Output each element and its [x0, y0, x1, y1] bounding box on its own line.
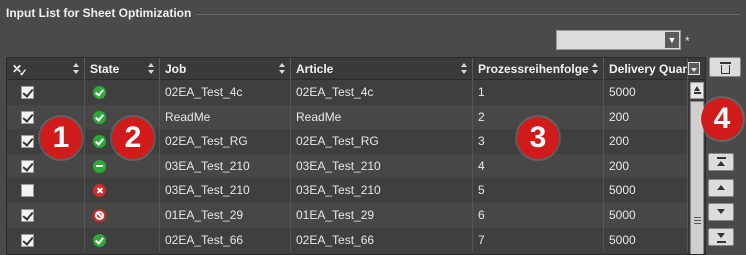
column-header-label: Prozessreihenfolge — [478, 62, 589, 76]
row-checkbox[interactable] — [21, 135, 34, 149]
delivery-cell: 200 — [604, 129, 688, 154]
state-cell — [85, 178, 160, 203]
select-cell — [7, 227, 85, 253]
state-cell — [85, 227, 160, 253]
sort-icon[interactable] — [461, 63, 468, 75]
column-header-article[interactable]: Article — [291, 58, 473, 80]
table-row[interactable]: 03EA_Test_210 03EA_Test_210 5 5000 — [7, 178, 688, 203]
state-cell — [85, 203, 160, 228]
sort-icon[interactable] — [279, 63, 286, 75]
select-cell — [7, 80, 85, 105]
state-partial-icon — [93, 159, 106, 173]
article-cell: 02EA_Test_4c — [291, 80, 473, 105]
job-cell: 03EA_Test_210 — [160, 178, 291, 203]
job-cell: 02EA_Test_RG — [160, 129, 291, 154]
column-header-state[interactable]: State — [85, 58, 160, 80]
move-up-icon — [717, 185, 725, 190]
order-cell: 7 — [473, 227, 604, 253]
column-header-label: State — [90, 62, 120, 76]
sort-icon[interactable] — [148, 63, 155, 75]
filter-combobox[interactable]: ▼ — [556, 30, 681, 50]
chevron-down-icon[interactable]: ▼ — [665, 32, 679, 48]
state-error-icon — [93, 184, 106, 198]
row-checkbox[interactable] — [21, 184, 34, 198]
callout-3: 3 — [517, 117, 559, 159]
column-header-label: Delivery Quan — [609, 62, 688, 76]
table-row[interactable]: 02EA_Test_66 02EA_Test_66 7 5000 — [7, 227, 688, 253]
state-ok-icon — [93, 110, 106, 124]
move-top-icon — [717, 161, 725, 166]
order-cell: 1 — [473, 80, 604, 105]
order-cell: 6 — [473, 203, 604, 228]
move-top-button[interactable] — [708, 153, 734, 171]
state-ok-icon — [93, 135, 106, 149]
delivery-cell: 5000 — [604, 80, 688, 105]
state-ok-icon — [93, 86, 106, 99]
select-cell — [7, 178, 85, 203]
select-all-icon[interactable]: ✕​✓ — [12, 58, 30, 80]
delivery-cell: 5000 — [604, 203, 688, 228]
move-down-button[interactable] — [708, 203, 734, 221]
job-cell: ReadMe — [160, 104, 291, 130]
panel-title: Input List for Sheet Optimization — [6, 6, 192, 20]
table-row[interactable]: ReadMe ReadMe 2 200 — [7, 104, 688, 130]
job-cell: 02EA_Test_4c — [160, 80, 291, 105]
move-bottom-icon — [717, 233, 725, 238]
article-cell: 01EA_Test_29 — [291, 203, 473, 228]
state-blocked-icon — [93, 209, 106, 222]
order-cell: 5 — [473, 178, 604, 203]
delivery-cell: 200 — [604, 153, 688, 179]
move-up-button[interactable] — [708, 179, 734, 197]
row-checkbox[interactable] — [21, 159, 34, 173]
grip-icon — [694, 217, 701, 224]
column-header-job[interactable]: Job — [160, 58, 291, 80]
vertical-scrollbar[interactable] — [688, 80, 705, 254]
row-checkbox[interactable] — [21, 209, 34, 222]
row-checkbox[interactable] — [21, 86, 34, 99]
delivery-cell: 200 — [604, 104, 688, 130]
table-row[interactable]: 02EA_Test_4c 02EA_Test_4c 1 5000 — [7, 80, 688, 105]
callout-2: 2 — [112, 117, 154, 159]
input-list-grid: ✕​✓ State Job Article Prozessreihenfolge… — [6, 57, 706, 255]
column-header-process-order[interactable]: Prozessreihenfolge — [473, 58, 604, 80]
move-bottom-button[interactable] — [708, 228, 734, 246]
column-header-label: Job — [165, 62, 187, 76]
required-marker: * — [685, 34, 690, 48]
state-cell — [85, 80, 160, 105]
panel-title-divider — [196, 14, 740, 15]
sort-icon[interactable] — [73, 63, 80, 75]
job-cell: 02EA_Test_66 — [160, 227, 291, 253]
select-cell — [7, 203, 85, 228]
article-cell: ReadMe — [291, 104, 473, 130]
article-cell: 02EA_Test_RG — [291, 129, 473, 154]
column-chooser-icon[interactable] — [688, 62, 700, 75]
delivery-cell: 5000 — [604, 227, 688, 253]
column-header-delivery-quantity[interactable]: Delivery Quan — [604, 58, 688, 80]
job-cell: 01EA_Test_29 — [160, 203, 291, 228]
article-cell: 02EA_Test_66 — [291, 227, 473, 253]
article-cell: 03EA_Test_210 — [291, 178, 473, 203]
callout-1: 1 — [40, 117, 82, 159]
row-checkbox[interactable] — [21, 233, 34, 247]
job-cell: 03EA_Test_210 — [160, 153, 291, 179]
article-cell: 03EA_Test_210 — [291, 153, 473, 179]
table-row[interactable]: 01EA_Test_29 01EA_Test_29 6 5000 — [7, 203, 688, 228]
delivery-cell: 5000 — [604, 178, 688, 203]
table-row[interactable]: 03EA_Test_210 03EA_Test_210 4 200 — [7, 153, 688, 179]
sort-icon[interactable] — [592, 63, 599, 75]
grid-header: ✕​✓ State Job Article Prozessreihenfolge… — [7, 58, 705, 80]
state-ok-icon — [93, 233, 106, 247]
callout-4: 4 — [701, 98, 743, 140]
column-header-select[interactable]: ✕​✓ — [7, 58, 85, 80]
delete-button[interactable] — [709, 57, 741, 77]
row-checkbox[interactable] — [21, 110, 34, 124]
state-cell — [85, 153, 160, 179]
move-down-icon — [717, 209, 725, 214]
select-cell — [7, 153, 85, 179]
table-row[interactable]: 02EA_Test_RG 02EA_Test_RG 3 200 — [7, 129, 688, 154]
scroll-up-icon[interactable] — [690, 82, 704, 99]
column-header-label: Article — [296, 62, 334, 76]
